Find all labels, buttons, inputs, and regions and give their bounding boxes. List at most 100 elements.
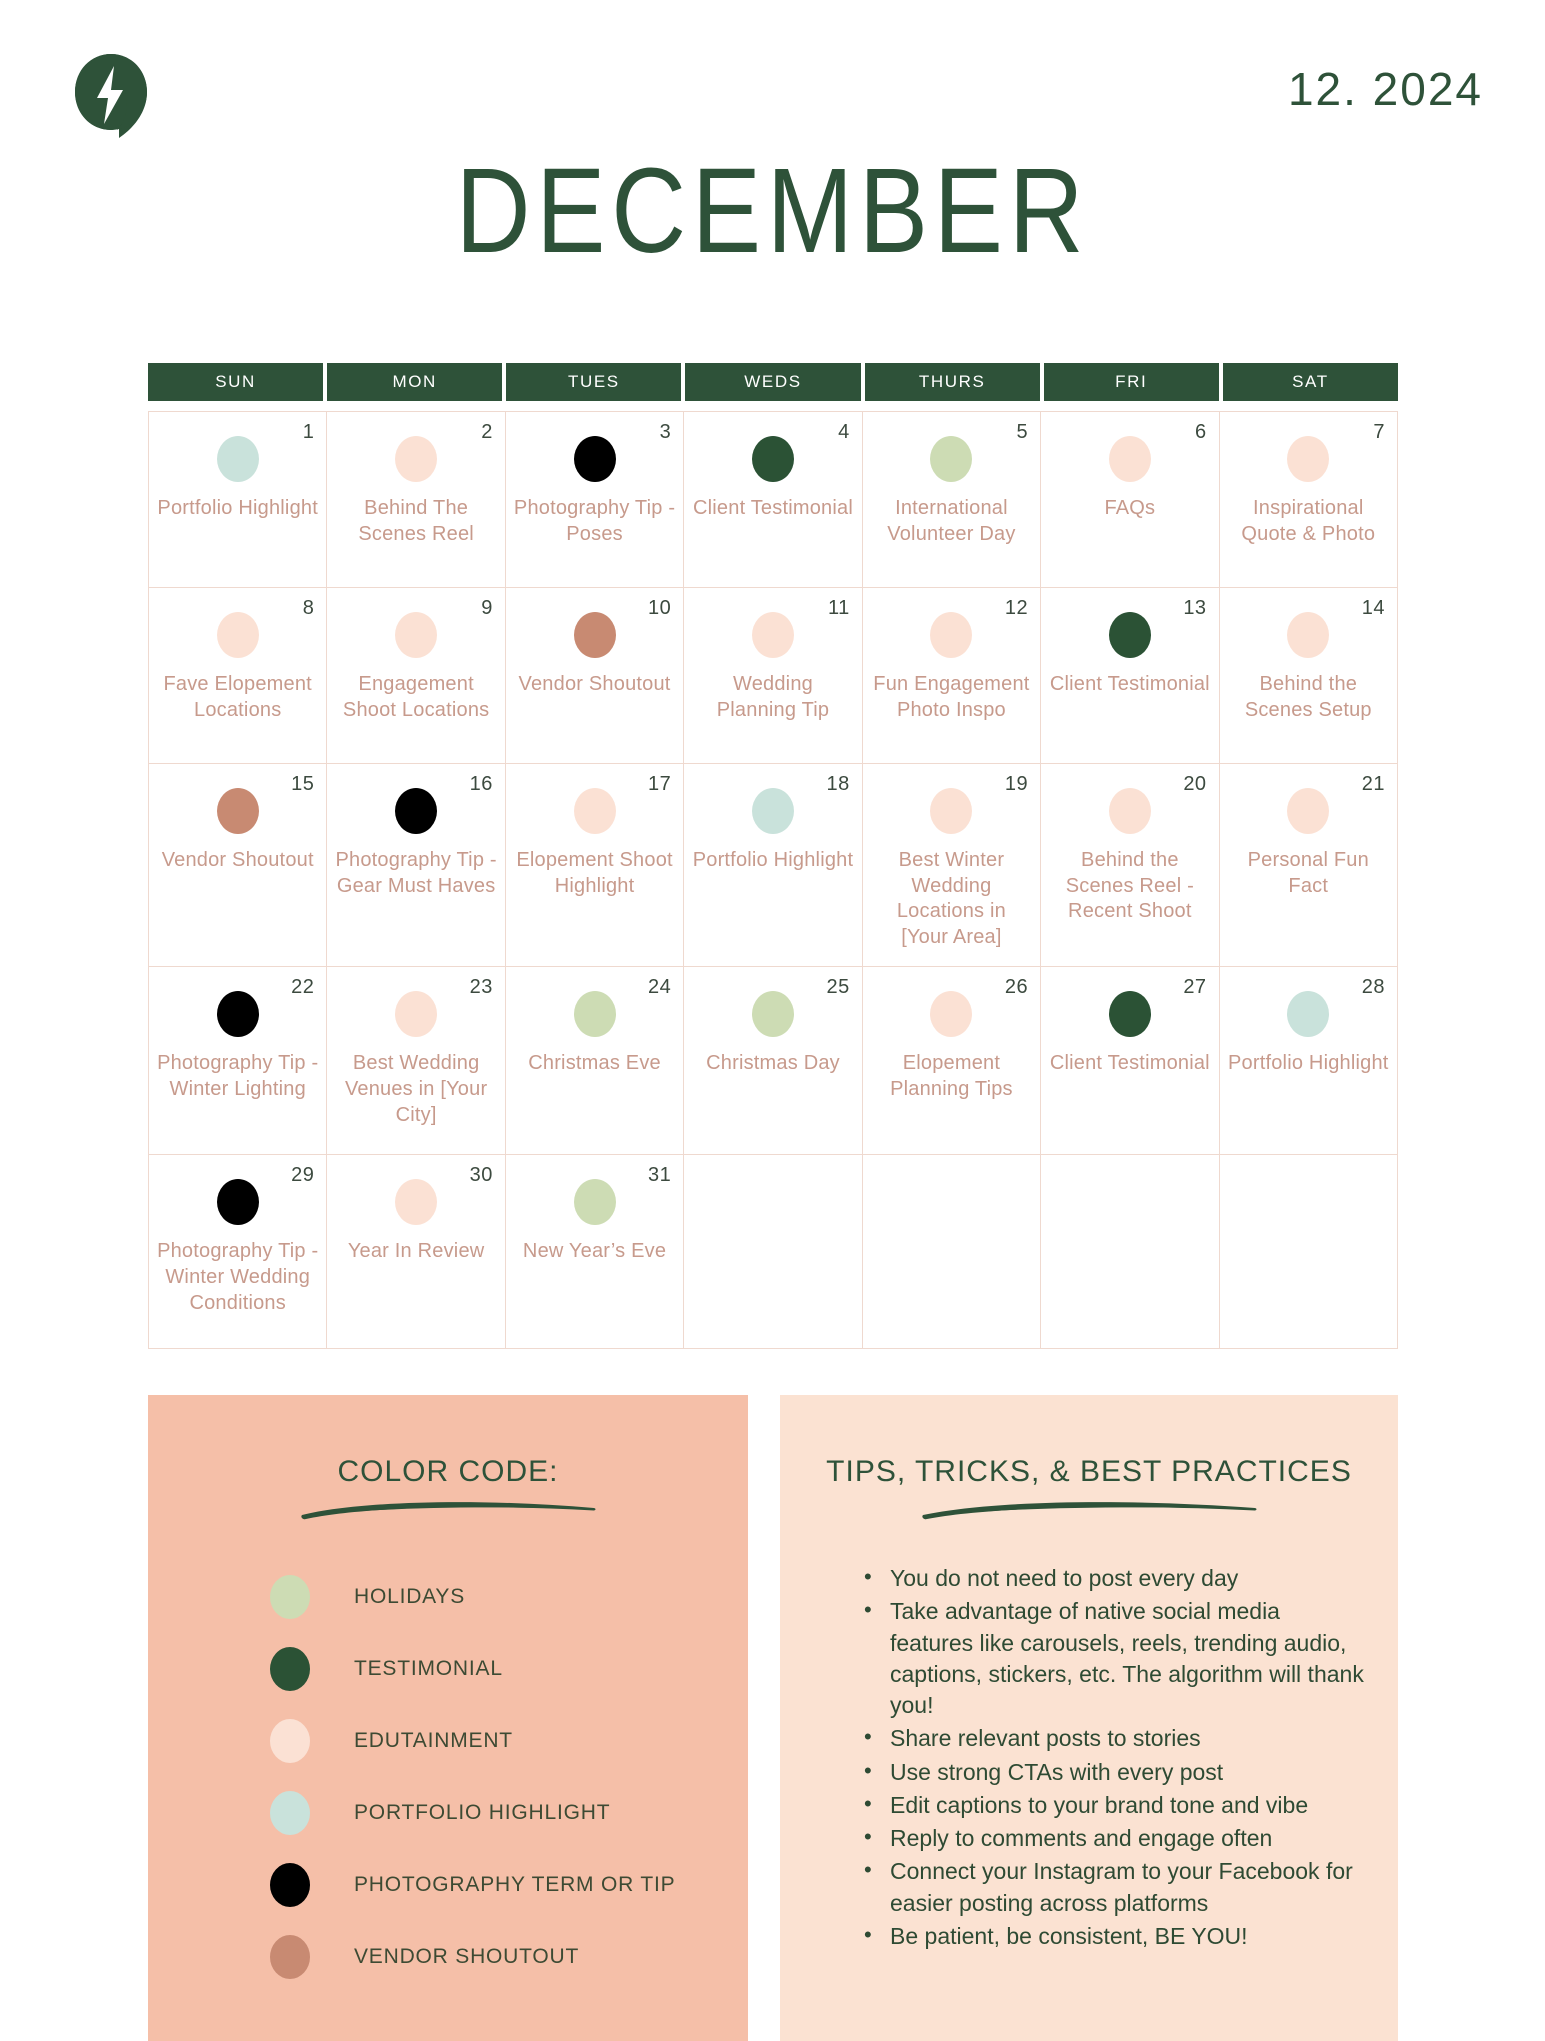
legend-dot-photography-term-or-tip	[270, 1863, 310, 1907]
day-content-label: Portfolio Highlight	[692, 849, 854, 871]
category-dot-testimonial	[1108, 991, 1151, 1038]
calendar-day-cell[interactable]: 10 Vendor Shoutout	[505, 588, 685, 764]
page-title: DECEMBER	[455, 142, 1090, 278]
legend-label: VENDOR SHOUTOUT	[354, 1945, 580, 1968]
tip-bullet: Connect your Instagram to your Facebook …	[864, 1855, 1364, 1919]
calendar-day-cell[interactable]: 9 Engagement Shoot Locations	[327, 588, 506, 764]
day-content-label: Client Testimonial	[1049, 1052, 1210, 1075]
category-dot-edutainment	[1287, 788, 1330, 834]
year-label: 12. 2024	[1287, 63, 1483, 115]
calendar-day-cell[interactable]: 1 Portfolio Highlight	[149, 412, 328, 588]
day-number: 18	[826, 773, 850, 795]
calendar-day-cell[interactable]: 30 Year In Review	[327, 1155, 506, 1350]
tip-bullet: Use strong CTAs with every post	[864, 1756, 1364, 1788]
legend-label: HOLIDAYS	[354, 1585, 466, 1608]
category-dot-holidays	[751, 991, 794, 1038]
color-code-title: COLOR CODE:	[337, 1455, 559, 1488]
day-number: 14	[1361, 597, 1385, 619]
day-content-label: Year In Review	[347, 1240, 485, 1263]
calendar-day-cell[interactable]: 3 Photography Tip - Poses	[505, 412, 685, 588]
day-content-label: Best Winter Wedding Locations in [Your A…	[896, 849, 1006, 948]
calendar-day-cell[interactable]: 23 Best Wedding Venues in [Your City]	[327, 967, 506, 1156]
calendar-day-cell[interactable]: 4 Client Testimonial	[684, 412, 863, 588]
day-number: 21	[1361, 773, 1385, 795]
calendar-day-cell[interactable]: 31 New Year’s Eve	[505, 1155, 685, 1350]
calendar-day-cell[interactable]: 18 Portfolio Highlight	[684, 764, 863, 968]
calendar-day-cell[interactable]: 13 Client Testimonial	[1041, 588, 1220, 764]
calendar-day-cell[interactable]: 17 Elopement Shoot Highlight	[505, 764, 685, 968]
day-number: 26	[1004, 976, 1029, 999]
calendar-day-cell[interactable]: 5 International Volunteer Day	[862, 412, 1042, 588]
category-dot-portfolio-highlight	[1287, 991, 1330, 1038]
calendar-day-cell[interactable]: 20 Behind the Scenes Reel - Recent Shoot	[1041, 764, 1220, 968]
category-dot-testimonial	[751, 436, 794, 482]
day-number: 1	[302, 421, 315, 443]
calendar-day-cell[interactable]: 15 Vendor Shoutout	[149, 764, 328, 968]
calendar-day-cell[interactable]: 7 Inspirational Quote & Photo	[1219, 412, 1398, 588]
day-content-label: Vendor Shoutout	[518, 673, 671, 695]
day-number: 8	[302, 597, 315, 619]
day-content-label: Portfolio Highlight	[157, 497, 318, 519]
legend-dot-portfolio-highlight	[270, 1791, 310, 1835]
calendar-day-cell[interactable]: 16 Photography Tip - Gear Must Haves	[327, 764, 506, 968]
calendar-day-cell[interactable]: 21 Personal Fun Fact	[1219, 764, 1398, 968]
calendar-day-cell[interactable]: 19 Best Winter Wedding Locations in [Your…	[862, 764, 1042, 968]
day-number: 27	[1183, 976, 1207, 999]
day-content-label: Client Testimonial	[693, 497, 853, 519]
calendar-day-cell[interactable]: 26 Elopement Planning Tips	[862, 967, 1042, 1156]
color-code-panel: COLOR CODE: HOLIDAYS TESTIMONIAL EDUTAINME…	[148, 1395, 748, 2041]
category-dot-edutainment	[395, 436, 438, 482]
color-code-legend: HOLIDAYS TESTIMONIAL EDUTAINMENT PORTFOLIO …	[148, 1561, 748, 1993]
category-dot-edutainment	[395, 1179, 438, 1226]
day-content-label: Portfolio Highlight	[1228, 1052, 1389, 1075]
calendar-day-cell[interactable]: 8 Fave Elopement Locations	[149, 588, 328, 764]
day-number: 6	[1194, 421, 1207, 443]
calendar-grid: SUN MON TUES WEDS THURS FRI SAT 1 Portfolio Hig…	[148, 363, 1398, 1350]
day-number: 7	[1373, 421, 1385, 443]
bottom-panels: COLOR CODE: HOLIDAYS TESTIMONIAL EDUTAINME…	[148, 1395, 1398, 2041]
calendar-day-cell-empty	[862, 1155, 1042, 1350]
weekday-header-row: SUN MON TUES WEDS THURS FRI SAT	[148, 363, 1398, 401]
page-header: 12. 2024 DECEMBER	[0, 0, 1545, 300]
legend-dot-vendor-shoutout	[270, 1935, 310, 1979]
day-content-label: Photography Tip - Gear Must Haves	[335, 849, 497, 897]
tip-bullet: Be patient, be consistent, BE YOU!	[864, 1920, 1364, 1952]
calendar-day-cell[interactable]: 11 Wedding Planning Tip	[684, 588, 863, 764]
calendar-day-cell[interactable]: 14 Behind the Scenes Setup	[1219, 588, 1398, 764]
weekday-header-weds: WEDS	[685, 363, 861, 401]
calendar-day-cell[interactable]: 29 Photography Tip - Winter Wedding Condi…	[149, 1155, 328, 1350]
day-number: 30	[469, 1164, 493, 1187]
day-number: 15	[291, 773, 315, 795]
category-dot-edutainment	[395, 991, 438, 1038]
day-number: 9	[481, 597, 493, 619]
tips-list: You do not need to post every dayTake ad…	[780, 1562, 1398, 1952]
calendar-day-cell[interactable]: 24 Christmas Eve	[505, 967, 685, 1156]
calendar-day-cell[interactable]: 2 Behind The Scenes Reel	[327, 412, 506, 588]
day-number: 3	[659, 421, 672, 443]
day-content-label: Behind The Scenes Reel	[358, 497, 474, 545]
day-number: 17	[648, 773, 672, 795]
category-dot-edutainment	[395, 612, 438, 658]
calendar-day-cell[interactable]: 27 Client Testimonial	[1041, 967, 1220, 1156]
day-content-label: Christmas Eve	[528, 1052, 661, 1075]
calendar-day-cell[interactable]: 12 Fun Engagement Photo Inspo	[862, 588, 1042, 764]
weekday-header-fri: FRI	[1043, 363, 1219, 401]
weekday-header-thurs: THURS	[864, 363, 1040, 401]
calendar-day-cell-empty	[1041, 1155, 1220, 1350]
day-number: 5	[1016, 421, 1029, 443]
category-dot-holidays	[930, 436, 973, 482]
day-content-label: Elopement Shoot Highlight	[516, 849, 673, 897]
calendar-day-cell[interactable]: 25 Christmas Day	[684, 967, 863, 1156]
category-dot-portfolio-highlight	[751, 788, 794, 834]
legend-label: PHOTOGRAPHY TERM OR TIP	[354, 1873, 676, 1896]
legend-dot-testimonial	[270, 1647, 310, 1691]
day-number: 10	[648, 597, 672, 619]
weekday-header-mon: MON	[327, 363, 503, 401]
category-dot-testimonial	[1108, 612, 1151, 658]
calendar-day-cell[interactable]: 28 Portfolio Highlight	[1219, 967, 1398, 1156]
calendar-day-cell[interactable]: 6 FAQs	[1041, 412, 1220, 588]
day-content-label: Elopement Planning Tips	[890, 1052, 1013, 1100]
category-dot-edutainment	[930, 991, 973, 1038]
brush-underline-icon	[301, 1502, 596, 1520]
calendar-day-cell[interactable]: 22 Photography Tip - Winter Lighting	[149, 967, 328, 1156]
